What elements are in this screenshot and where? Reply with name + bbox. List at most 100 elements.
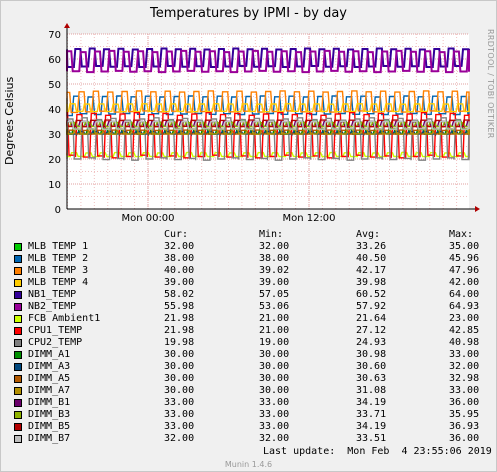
y-tick-label: 10 [48,180,61,191]
legend-cur-value: 30.00 [164,361,195,372]
legend-min-value: 32.00 [259,241,290,252]
legend-max-value: 35.95 [449,409,480,420]
legend-swatch [14,267,22,275]
legend-row: DIMM_B1 33.00 33.00 34.19 36.00 [1,397,496,409]
legend-max-value: 23.00 [449,313,480,324]
legend-cur-value: 33.00 [164,409,195,420]
legend-max-value: 33.00 [449,385,480,396]
legend-avg-value: 30.98 [356,349,387,360]
legend-swatch [14,255,22,263]
legend-series-name: DIMM_B3 [28,409,71,420]
legend-series-name: CPU2_TEMP [28,337,83,348]
x-tick-label: Mon 12:00 [282,213,335,224]
legend-max-value: 42.85 [449,325,480,336]
legend-swatch [14,339,22,347]
y-tick-label: 20 [48,155,61,166]
legend-series-name: MLB TEMP 1 [28,241,89,252]
legend-max-value: 36.93 [449,421,480,432]
legend-min-value: 33.00 [259,409,290,420]
y-tick-label: 0 [55,205,61,216]
y-tick-label: 30 [48,130,61,141]
legend-series-name: DIMM_A5 [28,373,71,384]
legend-min-value: 53.06 [259,301,290,312]
y-tick-label: 50 [48,80,61,91]
legend-max-value: 64.93 [449,301,480,312]
legend-swatch [14,411,22,419]
legend-cur-value: 32.00 [164,433,195,444]
legend-min-value: 30.00 [259,385,290,396]
legend-row: CPU2_TEMP 19.98 19.00 24.93 40.98 [1,337,496,349]
legend-swatch [14,423,22,431]
legend-min-value: 30.00 [259,373,290,384]
legend-series-name: MLB TEMP 2 [28,253,89,264]
legend-series-name: MLB TEMP 4 [28,277,89,288]
legend-max-value: 36.00 [449,433,480,444]
legend-avg-value: 42.17 [356,265,387,276]
last-update: Last update: Mon Feb 4 23:55:06 2019 [263,446,492,457]
y-axis-arrow [64,23,70,28]
legend-swatch [14,315,22,323]
legend-series-name: DIMM_B5 [28,421,71,432]
legend-row: DIMM_B3 33.00 33.00 33.71 35.95 [1,409,496,421]
legend-avg-value: 33.71 [356,409,387,420]
legend-min-value: 21.00 [259,325,290,336]
legend-min-value: 19.00 [259,337,290,348]
legend-cur-value: 30.00 [164,349,195,360]
legend-swatch [14,279,22,287]
legend-row: CPU1_TEMP 21.98 21.00 27.12 42.85 [1,325,496,337]
legend-max-value: 45.96 [449,253,480,264]
legend-swatch [14,303,22,311]
legend-row: MLB TEMP 2 38.00 38.00 40.50 45.96 [1,253,496,265]
legend-min-value: 33.00 [259,421,290,432]
legend-row: DIMM_A5 30.00 30.00 30.63 32.98 [1,373,496,385]
legend-header-cur: Cur: [164,229,189,240]
legend-swatch [14,327,22,335]
legend-series-name: DIMM_A1 [28,349,71,360]
legend-avg-value: 33.51 [356,433,387,444]
x-tick-label: Mon 00:00 [121,213,174,224]
legend-max-value: 47.96 [449,265,480,276]
footer-version: Munin 1.4.6 [224,460,273,469]
legend-row: DIMM_A3 30.00 30.00 30.60 32.00 [1,361,496,373]
legend-min-value: 30.00 [259,349,290,360]
legend-avg-value: 57.92 [356,301,387,312]
legend-avg-value: 27.12 [356,325,387,336]
legend-avg-value: 60.52 [356,289,387,300]
legend-swatch [14,363,22,371]
legend-avg-value: 34.19 [356,397,387,408]
legend-header-avg: Avg: [356,229,381,240]
legend-series-name: NB2_TEMP [28,301,77,312]
legend-row: DIMM_A1 30.00 30.00 30.98 33.00 [1,349,496,361]
legend-cur-value: 21.98 [164,313,195,324]
legend-min-value: 38.00 [259,253,290,264]
legend-row: MLB TEMP 3 40.00 39.02 42.17 47.96 [1,265,496,277]
legend-avg-value: 40.50 [356,253,387,264]
legend-swatch [14,291,22,299]
legend-min-value: 57.05 [259,289,290,300]
legend-cur-value: 58.02 [164,289,195,300]
legend-cur-value: 33.00 [164,421,195,432]
legend-avg-value: 24.93 [356,337,387,348]
legend-cur-value: 33.00 [164,397,195,408]
legend-swatch [14,351,22,359]
legend-max-value: 64.00 [449,289,480,300]
legend-avg-value: 33.26 [356,241,387,252]
legend-max-value: 32.00 [449,361,480,372]
y-tick-label: 70 [48,30,61,41]
legend-header-max: Max: [449,229,474,240]
legend-swatch [14,243,22,251]
legend-cur-value: 30.00 [164,385,195,396]
legend-series-name: FCB Ambient1 [28,313,101,324]
legend-swatch [14,435,22,443]
legend-series-name: DIMM_B1 [28,397,71,408]
legend-max-value: 35.00 [449,241,480,252]
legend-max-value: 42.00 [449,277,480,288]
legend-row: MLB TEMP 4 39.00 39.00 39.98 42.00 [1,277,496,289]
x-axis-arrow [475,206,480,212]
legend-cur-value: 32.00 [164,241,195,252]
chart-frame: Temperatures by IPMI - by day RRDTOOL / … [0,0,497,472]
legend-swatch [14,399,22,407]
legend-row: FCB Ambient1 21.98 21.00 21.64 23.00 [1,313,496,325]
legend-row: NB1_TEMP 58.02 57.05 60.52 64.00 [1,289,496,301]
legend-min-value: 39.00 [259,277,290,288]
